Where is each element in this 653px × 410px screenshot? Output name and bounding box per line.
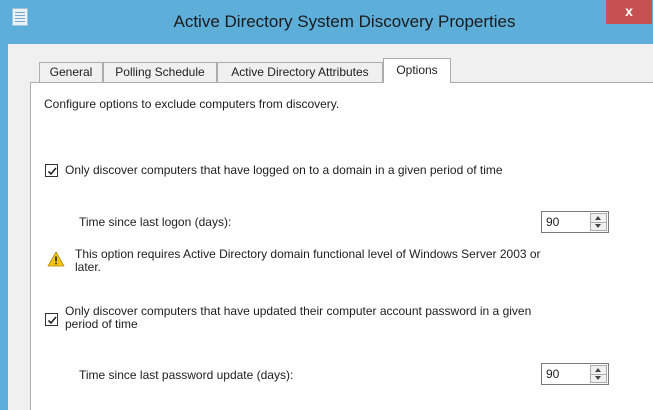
warning-text-line2: later. <box>75 260 102 274</box>
password-checkbox-label-line2[interactable]: period of time <box>65 317 138 331</box>
spin-down-arrow-icon[interactable] <box>591 374 606 382</box>
logon-checkbox-label[interactable]: Only discover computers that have logged… <box>65 163 503 177</box>
close-button[interactable]: x <box>606 0 652 24</box>
password-days-spin-buttons <box>590 365 607 383</box>
dialog-window: Active Directory System Discovery Proper… <box>0 0 653 410</box>
tab-options[interactable]: Options <box>383 58 451 83</box>
options-panel: Configure options to exclude computers f… <box>30 82 653 410</box>
tab-active-directory-attributes[interactable]: Active Directory Attributes <box>217 62 383 82</box>
checkmark-icon <box>47 316 57 325</box>
logon-days-label: Time since last logon (days): <box>79 215 232 229</box>
spin-down-arrow-icon[interactable] <box>591 222 606 230</box>
tab-polling-schedule[interactable]: Polling Schedule <box>103 62 217 82</box>
intro-text: Configure options to exclude computers f… <box>44 97 340 111</box>
password-days-stepper[interactable]: 90 <box>541 363 609 385</box>
warning-icon <box>47 251 65 267</box>
password-checkbox[interactable] <box>45 313 58 326</box>
warning-text-line1: This option requires Active Directory do… <box>75 247 541 261</box>
checkmark-icon <box>47 167 57 176</box>
logon-checkbox[interactable] <box>45 164 58 177</box>
tab-general[interactable]: General <box>39 62 103 82</box>
logon-days-value[interactable]: 90 <box>546 215 559 229</box>
logon-days-stepper[interactable]: 90 <box>541 211 609 233</box>
password-checkbox-label-line1[interactable]: Only discover computers that have update… <box>65 304 531 318</box>
window-title: Active Directory System Discovery Proper… <box>173 12 516 31</box>
title-bar[interactable]: Active Directory System Discovery Proper… <box>0 0 653 44</box>
dialog-client: General Polling Schedule Active Director… <box>8 44 653 410</box>
logon-days-spin-buttons <box>590 213 607 231</box>
password-days-value[interactable]: 90 <box>546 367 559 381</box>
password-days-label: Time since last password update (days): <box>79 368 294 382</box>
